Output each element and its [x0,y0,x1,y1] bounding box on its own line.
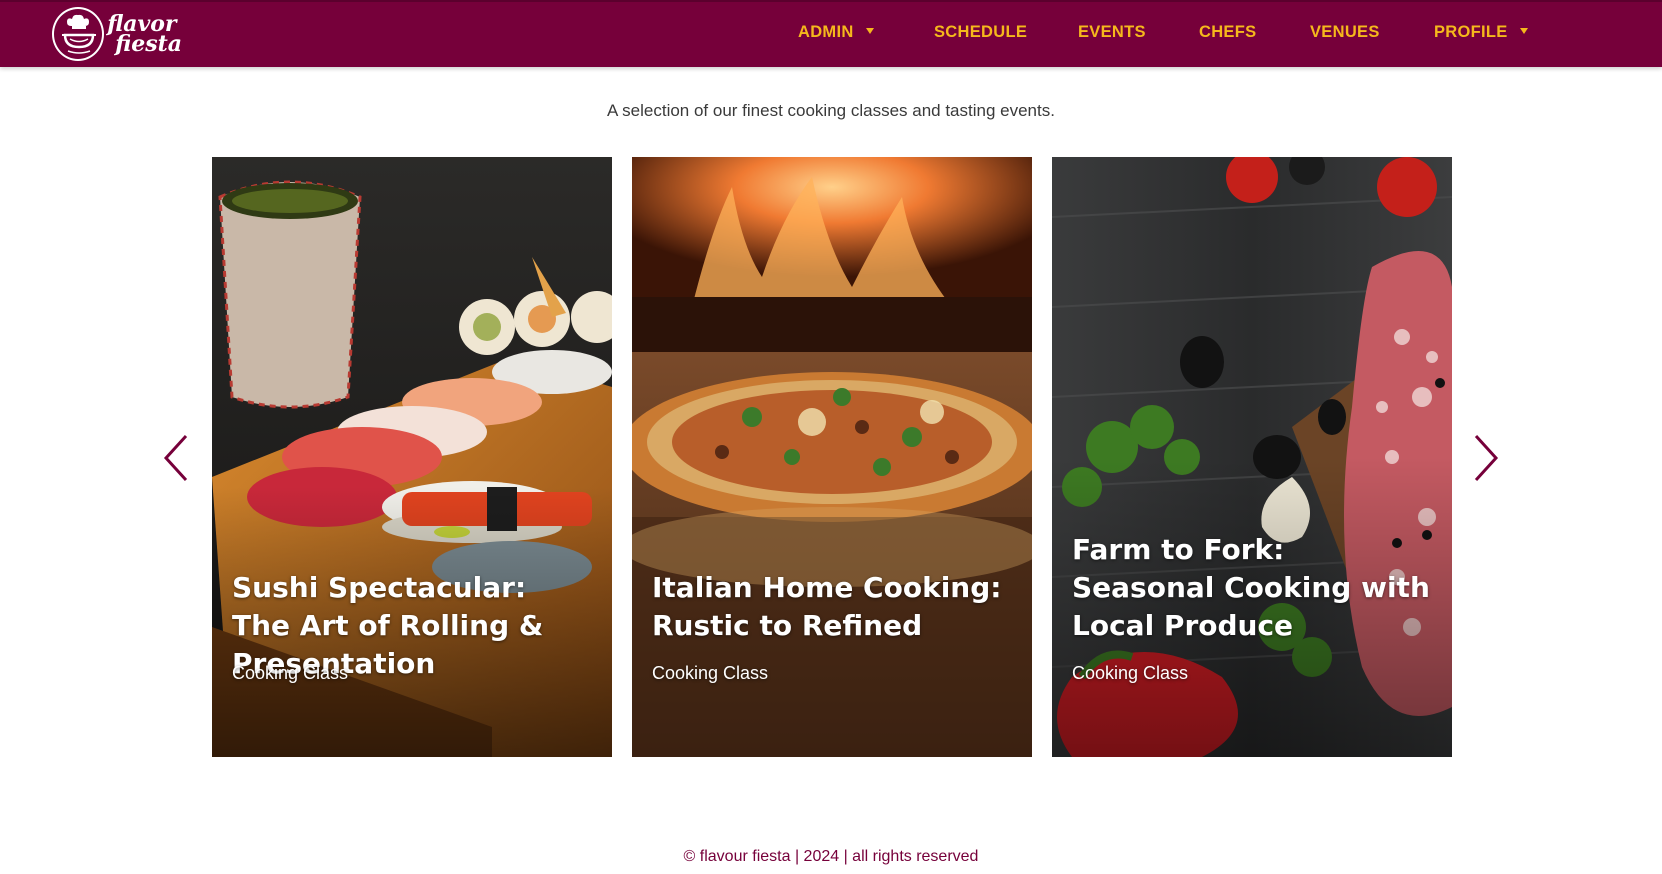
event-type: Cooking Class [1072,663,1189,683]
nav-label-venues: VENUES [1310,23,1380,41]
nav-label-admin: ADMIN [798,23,854,41]
nav-label-schedule: SCHEDULE [934,23,1028,41]
caret-down-icon [865,28,874,34]
footer-copyright: © flavour fiesta | 2024 | all rights res… [683,848,979,865]
event-type: Cooking Class [232,663,349,683]
caret-down-icon [1519,28,1528,34]
event-card[interactable]: Italian Home Cooking: Rustic to Refined … [632,157,1032,757]
nav-item-admin[interactable]: ADMIN [798,23,874,42]
chevron-right-icon[interactable] [1468,432,1502,484]
event-title: Farm to Fork: Seasonal Cooking with Loca… [1072,533,1430,642]
main-nav: ADMIN SCHEDULE EVENTS CHEFS VENUES PROFI… [0,0,1662,67]
chevron-left-icon[interactable] [160,432,194,484]
nav-label-events: EVENTS [1078,23,1146,41]
event-type: Cooking Class [652,663,769,683]
nav-item-profile[interactable]: PROFILE [1434,23,1528,42]
nav-item-venues[interactable]: VENUES [1310,23,1380,42]
page-subtitle: A selection of our finest cooking classe… [607,101,1055,120]
nav-item-schedule[interactable]: SCHEDULE [934,23,1027,42]
event-title: Italian Home Cooking: Rustic to Refined [652,571,1002,642]
header-bar: flavor fiesta ADMIN SCHEDULE EVENTS CHEF… [0,0,1662,67]
nav-item-events[interactable]: EVENTS [1078,23,1146,42]
nav-item-chefs[interactable]: CHEFS [1199,23,1256,42]
event-card[interactable]: Farm to Fork: Seasonal Cooking with Loca… [1052,157,1452,757]
nav-label-profile: PROFILE [1434,23,1508,41]
nav-label-chefs: CHEFS [1199,23,1257,41]
event-card[interactable]: Sushi Spectacular: The Art of Rolling & … [212,157,612,757]
